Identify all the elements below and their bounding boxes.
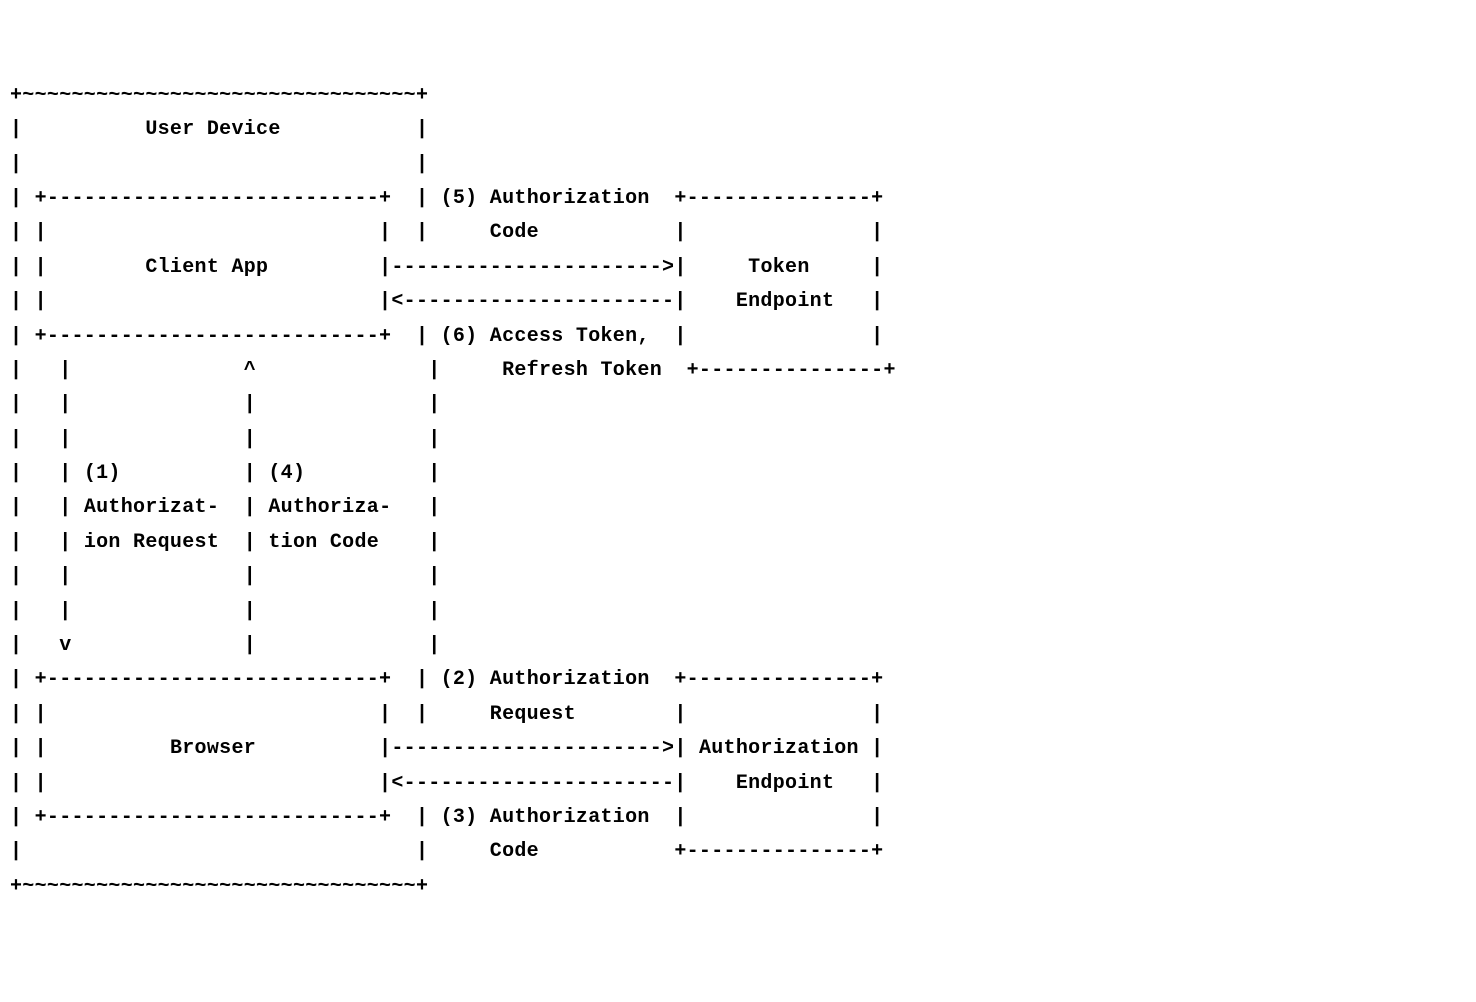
- box-client-app: Client App: [145, 256, 268, 279]
- step-3: (3) Authorization: [441, 806, 650, 829]
- step-3-label: Code: [490, 840, 539, 863]
- ascii-diagram: +~~~~~~~~~~~~~~~~~~~~~~~~~~~~~~~~+ | Use…: [10, 84, 896, 898]
- title-user-device: User Device: [145, 118, 280, 141]
- step-2-label: Request: [490, 703, 576, 726]
- step-1-label1: Authorizat-: [84, 496, 219, 519]
- step-6: (6) Access Token,: [441, 325, 650, 348]
- step-6-label: Refresh Token: [502, 359, 662, 382]
- box-auth-endpoint-line2: Endpoint: [736, 772, 834, 795]
- box-token-endpoint-line2: Endpoint: [736, 290, 834, 313]
- step-4-label1: Authoriza-: [268, 496, 391, 519]
- box-token-endpoint-line1: Token: [748, 256, 810, 279]
- step-4-label2: tion Code: [268, 531, 379, 554]
- step-5: (5) Authorization: [441, 187, 650, 210]
- box-browser: Browser: [170, 737, 256, 760]
- step-1-label2: ion Request: [84, 531, 219, 554]
- step-5-label: Code: [490, 221, 539, 244]
- step-4: (4): [268, 462, 305, 485]
- box-auth-endpoint-line1: Authorization: [699, 737, 859, 760]
- step-2: (2) Authorization: [441, 668, 650, 691]
- step-1: (1): [84, 462, 121, 485]
